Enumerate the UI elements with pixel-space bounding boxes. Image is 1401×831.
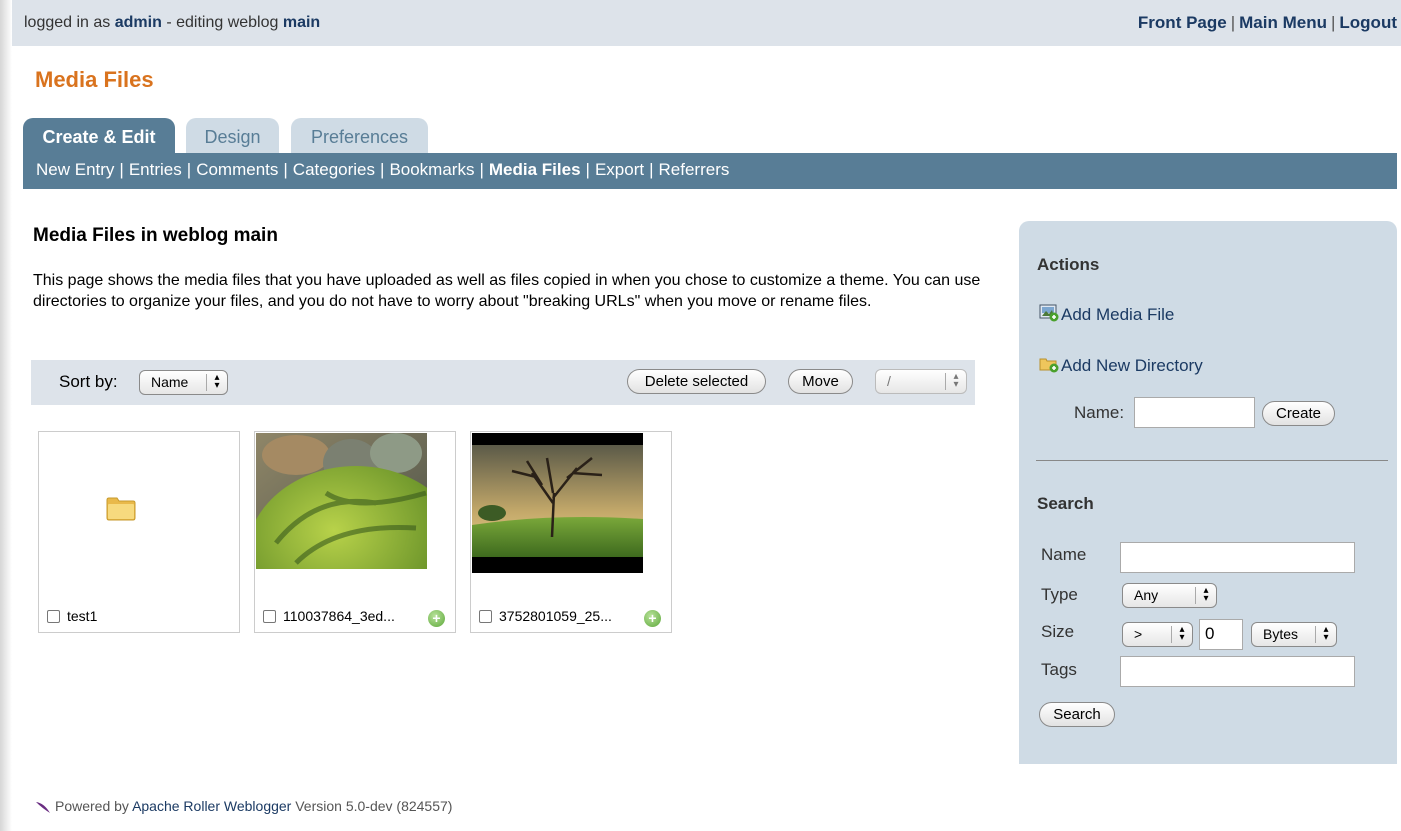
window-edge-shadow xyxy=(0,0,12,831)
add-plus-icon[interactable]: + xyxy=(428,610,445,627)
main-menu-link[interactable]: Main Menu xyxy=(1239,13,1327,32)
add-image-icon xyxy=(1039,304,1059,322)
directory-name-input[interactable] xyxy=(1134,397,1255,428)
directory-name-label: Name: xyxy=(1074,403,1125,422)
search-title: Search xyxy=(1037,494,1094,513)
select-checkbox[interactable] xyxy=(479,610,492,623)
footer: Powered by Apache Roller Weblogger Versi… xyxy=(35,798,452,814)
select-arrows-icon: ▴ ▾ xyxy=(1315,625,1336,643)
subnav-referrers[interactable]: Referrers xyxy=(659,160,730,179)
add-folder-icon xyxy=(1039,358,1059,373)
top-links: Front Page | Main Menu | Logout xyxy=(1137,13,1397,32)
add-media-file-link[interactable]: Add Media File xyxy=(1039,304,1174,325)
subnav-categories[interactable]: Categories xyxy=(293,160,375,179)
section-heading: Media Files in weblog main xyxy=(33,225,278,246)
select-arrows-icon: ▴ ▾ xyxy=(1195,586,1216,604)
actions-title: Actions xyxy=(1037,255,1100,274)
select-checkbox[interactable] xyxy=(263,610,276,623)
search-name-input[interactable] xyxy=(1120,542,1355,573)
search-button[interactable]: Search xyxy=(1039,702,1115,727)
media-item-image[interactable]: 3752801059_25... + xyxy=(470,431,672,633)
file-name: test1 xyxy=(67,608,98,624)
size-value-input[interactable]: 0 xyxy=(1199,619,1243,650)
logout-link[interactable]: Logout xyxy=(1339,13,1397,32)
select-arrows-icon: ▴ ▾ xyxy=(945,372,966,390)
search-name-label: Name xyxy=(1041,545,1087,564)
subnav-comments[interactable]: Comments xyxy=(196,160,278,179)
subnav-bookmarks[interactable]: Bookmarks xyxy=(389,160,474,179)
size-operator-select[interactable]: > ▴ ▾ xyxy=(1122,622,1193,647)
add-new-directory-link[interactable]: Add New Directory xyxy=(1039,355,1203,376)
create-directory-button[interactable]: Create xyxy=(1262,401,1335,426)
select-checkbox[interactable] xyxy=(47,610,60,623)
roller-link[interactable]: Apache Roller Weblogger xyxy=(132,798,291,814)
media-toolbar: Sort by: Name ▴ ▾ Delete selected Move / … xyxy=(31,360,975,405)
select-arrows-icon: ▴ ▾ xyxy=(1171,625,1192,643)
size-unit-select[interactable]: Bytes ▴ ▾ xyxy=(1251,622,1337,647)
sort-label: Sort by: xyxy=(59,372,118,391)
page-title: Media Files xyxy=(35,67,154,92)
sub-navigation: New Entry | Entries | Comments | Categories | Bo… xyxy=(23,153,1397,189)
subnav-new-entry[interactable]: New Entry xyxy=(36,160,114,179)
subnav-export[interactable]: Export xyxy=(595,160,644,179)
type-label: Type xyxy=(1041,585,1078,604)
size-label: Size xyxy=(1041,622,1075,641)
folder-icon xyxy=(106,497,136,521)
image-thumbnail[interactable] xyxy=(256,433,427,569)
front-page-link[interactable]: Front Page xyxy=(1138,13,1227,32)
tab-design[interactable]: Design xyxy=(186,118,279,154)
sidebar-divider xyxy=(1036,460,1388,461)
type-select[interactable]: Any ▴ ▾ xyxy=(1122,583,1217,608)
actions-sidebar: Actions Add Media File Add New Directory… xyxy=(1019,221,1397,764)
top-bar: logged in as admin - editing weblog main… xyxy=(12,0,1401,46)
current-user: admin xyxy=(114,14,162,31)
move-button[interactable]: Move xyxy=(788,369,853,394)
current-weblog: main xyxy=(282,14,321,31)
select-arrows-icon: ▴ ▾ xyxy=(206,373,227,391)
media-item-image[interactable]: 110037864_3ed... + xyxy=(254,431,456,633)
image-thumbnail[interactable] xyxy=(472,433,643,573)
subnav-entries[interactable]: Entries xyxy=(129,160,182,179)
move-target-select[interactable]: / ▴ ▾ xyxy=(875,369,967,394)
subnav-media-files[interactable]: Media Files xyxy=(489,160,581,179)
page-description: This page shows the media files that you… xyxy=(33,272,981,310)
tab-create-edit[interactable]: Create & Edit xyxy=(23,118,175,154)
file-name: 3752801059_25... xyxy=(499,608,612,624)
tags-label: Tags xyxy=(1041,660,1077,679)
file-name: 110037864_3ed... xyxy=(283,608,395,624)
roller-feather-icon xyxy=(36,802,50,813)
delete-selected-button[interactable]: Delete selected xyxy=(627,369,766,394)
sort-select[interactable]: Name ▴ ▾ xyxy=(139,370,228,395)
login-status: logged in as admin - editing weblog main xyxy=(24,14,321,31)
add-plus-icon[interactable]: + xyxy=(644,610,661,627)
tab-preferences[interactable]: Preferences xyxy=(291,118,428,154)
media-item-directory[interactable]: test1 xyxy=(38,431,240,633)
tags-input[interactable] xyxy=(1120,656,1355,687)
